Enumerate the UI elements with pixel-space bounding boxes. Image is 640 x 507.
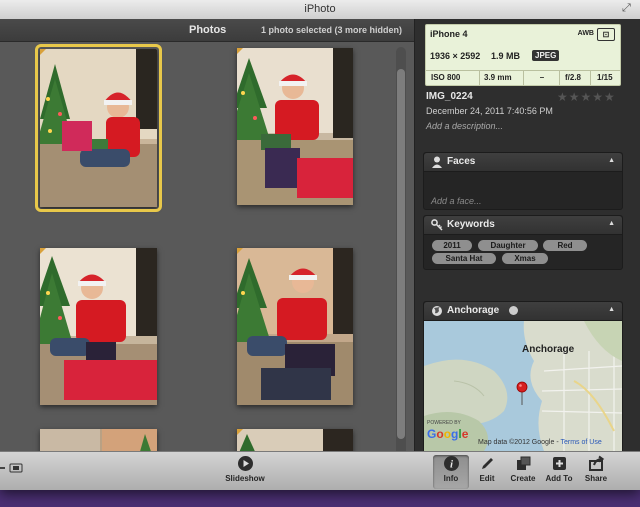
photo-date[interactable]: December 24, 2011 7:40:56 PM <box>426 106 553 116</box>
metering-icon: ⊡ <box>597 28 615 41</box>
add-to-label: Add To <box>545 474 573 483</box>
description-field[interactable]: Add a description... <box>426 121 503 131</box>
faces-panel-header[interactable]: Faces ▲ <box>424 153 622 172</box>
photo-thumbnail-selected[interactable] <box>35 44 162 212</box>
browser-header: Photos 1 photo selected (3 more hidden) <box>0 19 414 42</box>
image-resolution: 1936 × 2592 <box>430 51 481 61</box>
share-label: Share <box>584 474 608 483</box>
white-balance: AWB <box>577 30 594 37</box>
play-icon <box>217 455 273 472</box>
faces-panel: Faces ▲ Add a face... <box>423 152 623 210</box>
photo-image <box>40 49 157 207</box>
zoom-slider-icon[interactable] <box>0 460 26 473</box>
file-format-badge: JPEG <box>532 50 560 61</box>
place-options-icon[interactable] <box>509 306 518 315</box>
selection-status: 1 photo selected (3 more hidden) <box>260 25 402 35</box>
create-label: Create <box>510 474 536 483</box>
place-title: Anchorage <box>447 305 500 316</box>
map-credit-text: Map data ©2012 Google - <box>478 439 559 446</box>
exposure-bias: – <box>539 73 545 82</box>
photo-image <box>237 248 353 405</box>
share-button[interactable]: Share <box>580 455 612 489</box>
photo-thumbnail[interactable] <box>237 248 353 405</box>
globe-icon <box>431 305 443 320</box>
slideshow-label: Slideshow <box>225 474 265 483</box>
photo-grid <box>0 42 395 451</box>
keywords-panel: Keywords ▲ 2011 Daughter Red Santa Hat X… <box>423 215 623 270</box>
fullscreen-icon[interactable]: ⤢ <box>622 2 634 14</box>
photo-image <box>237 429 353 451</box>
create-icon <box>505 455 541 472</box>
browser-scrollbar[interactable] <box>396 47 406 465</box>
location-map[interactable]: Anchorage POWERED BY Google Map data ©20… <box>424 321 622 451</box>
edit-button[interactable]: Edit <box>473 455 501 489</box>
add-to-button[interactable]: Add To <box>542 455 576 489</box>
photo-browser: Photos 1 photo selected (3 more hidden) <box>0 19 414 465</box>
keywords-panel-header[interactable]: Keywords ▲ <box>424 216 622 235</box>
bottom-toolbar: Slideshow i Info Edit Create Add To Shar… <box>0 451 640 490</box>
photo-image <box>237 48 353 205</box>
map-pin-icon[interactable] <box>516 381 528 410</box>
info-icon: i <box>433 455 469 472</box>
pencil-icon <box>473 455 501 472</box>
edit-label: Edit <box>479 474 495 483</box>
photo-title[interactable]: IMG_0224 <box>426 91 473 102</box>
focal-length: 3.9 mm <box>484 73 512 82</box>
rating-stars[interactable]: ★★★★★ <box>557 90 616 104</box>
iphoto-window: iPhoto ⤢ Photos 1 photo selected (3 more… <box>0 0 640 490</box>
slideshow-button[interactable]: Slideshow <box>217 455 273 489</box>
faces-title: Faces <box>447 156 476 167</box>
terms-of-use-link[interactable]: Terms of Use <box>560 439 601 446</box>
exposure-row: ISO 800 3.9 mm – f/2.8 1/15 <box>426 70 620 85</box>
photo-image <box>40 429 157 451</box>
collapse-triangle-icon[interactable]: ▲ <box>608 157 615 164</box>
photo-thumbnail[interactable] <box>237 48 353 205</box>
info-sidebar: iPhone 4 AWB ⊡ 1936 × 2592 1.9 MB JPEG I… <box>414 19 640 453</box>
photo-thumbnail[interactable] <box>237 429 353 451</box>
keyword-tag[interactable]: Santa Hat <box>432 253 496 264</box>
collapse-triangle-icon[interactable]: ▲ <box>608 306 615 313</box>
person-icon <box>431 156 443 171</box>
google-logo: Google <box>427 427 469 441</box>
title-bar[interactable]: iPhoto ⤢ <box>0 0 640 20</box>
keyword-tag[interactable]: 2011 <box>432 240 472 251</box>
browser-title: Photos <box>189 24 227 36</box>
share-icon <box>580 455 612 472</box>
keywords-title: Keywords <box>447 219 495 230</box>
exif-panel: iPhone 4 AWB ⊡ 1936 × 2592 1.9 MB JPEG I… <box>425 24 621 86</box>
iso-value: ISO 800 <box>431 73 461 82</box>
aperture: f/2.8 <box>565 73 582 82</box>
info-button[interactable]: i Info <box>433 455 469 489</box>
map-city-label: Anchorage <box>522 344 575 355</box>
key-icon <box>431 219 443 234</box>
info-label: Info <box>443 474 459 483</box>
keyword-tag[interactable]: Daughter <box>478 240 538 251</box>
map-powered-by: POWERED BY <box>427 420 461 426</box>
add-to-icon <box>542 455 576 472</box>
photo-thumbnail[interactable] <box>40 248 157 405</box>
camera-model: iPhone 4 <box>430 29 468 39</box>
keyword-tag[interactable]: Xmas <box>502 253 548 264</box>
scrollbar-thumb[interactable] <box>397 69 405 439</box>
create-button[interactable]: Create <box>505 455 541 489</box>
places-panel-header[interactable]: Anchorage ▲ <box>424 302 622 321</box>
add-face-field[interactable]: Add a face... <box>431 196 482 206</box>
collapse-triangle-icon[interactable]: ▲ <box>608 220 615 227</box>
shutter-speed: 1/15 <box>597 73 613 82</box>
photo-thumbnail[interactable] <box>40 429 157 451</box>
photo-image <box>40 248 157 405</box>
file-size: 1.9 MB <box>491 51 521 61</box>
map-credit: Map data ©2012 Google - Terms of Use <box>478 439 602 446</box>
window-title: iPhoto <box>304 3 336 15</box>
keyword-tag[interactable]: Red <box>543 240 587 251</box>
places-panel: Anchorage ▲ Anchorage POWERED BY Google … <box>423 301 623 453</box>
